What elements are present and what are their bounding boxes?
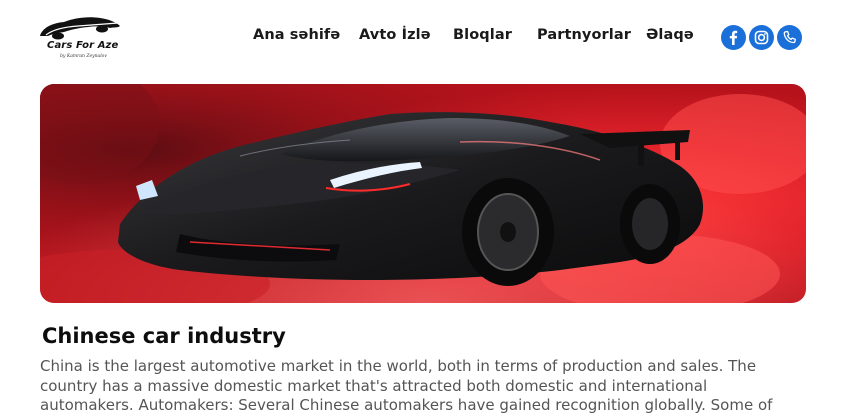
sports-car-image xyxy=(40,84,806,303)
logo-subtitle: by Kamran Zeynalov xyxy=(60,54,107,59)
nav-item-blogs[interactable]: Bloqlar xyxy=(453,27,512,43)
article-body: China is the largest automotive market i… xyxy=(40,357,810,416)
site-logo[interactable]: Cars For Aze by Kamran Zeynalov xyxy=(38,14,122,64)
logo-title: Cars For Aze xyxy=(47,40,119,51)
article-line: China is the largest automotive market i… xyxy=(40,357,757,375)
instagram-button[interactable] xyxy=(749,25,774,50)
article-line: country has a massive domestic market th… xyxy=(40,376,708,395)
article-line: automakers. Automakers: Several Chinese … xyxy=(40,396,773,414)
nav-item-home[interactable]: Ana səhifə xyxy=(253,27,340,43)
article-title: Chinese car industry xyxy=(42,324,286,348)
facebook-icon xyxy=(729,30,738,45)
phone-icon xyxy=(783,30,796,44)
nav-item-car-tracking[interactable]: Avto İzlə xyxy=(359,27,431,43)
hero-banner xyxy=(40,84,806,303)
facebook-button[interactable] xyxy=(721,25,746,50)
instagram-icon xyxy=(754,30,769,45)
phone-button[interactable] xyxy=(777,25,802,50)
nav-item-partners[interactable]: Partnyorlar xyxy=(537,27,631,43)
nav-item-contact[interactable]: Əlaqə xyxy=(646,27,694,43)
